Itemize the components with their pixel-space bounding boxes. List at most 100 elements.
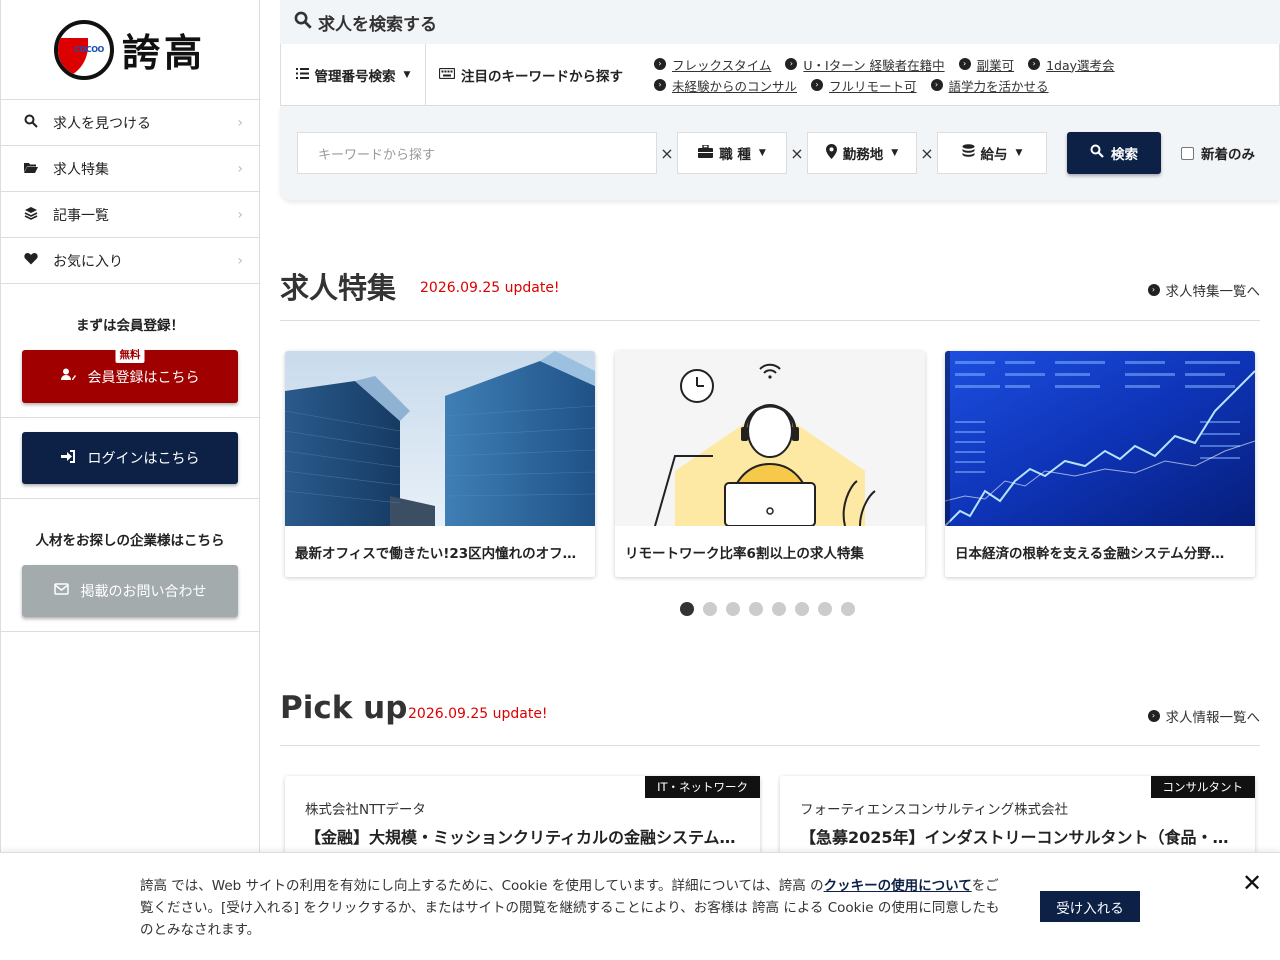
keyword-link-flextime[interactable]: › フレックスタイム (654, 55, 771, 74)
feature-card-image-buildings (285, 351, 595, 526)
chevron-circle-icon: › (1147, 284, 1160, 296)
feature-card-image-remote-worker (615, 351, 925, 526)
feature-section-header: 求人特集 2026.09.25 update! › 求人特集一覧へ (280, 265, 1260, 321)
keyword-link-1day[interactable]: › 1day選考会 (1028, 55, 1115, 74)
times-separator: × (660, 143, 674, 163)
pickup-list-link-label: 求人情報一覧へ (1165, 710, 1261, 726)
job-type-select[interactable]: 職 種 ▼ (677, 132, 787, 174)
feature-card-caption: 日本経済の根幹を支える金融システム分野… (955, 545, 1225, 562)
carousel-pagination (680, 602, 855, 616)
login-block: ログインはこちら (1, 418, 259, 499)
feature-card-caption: 最新オフィスで働きたい!23区内憧れのオフ… (295, 545, 577, 562)
job-company: 株式会社NTTデータ (305, 802, 426, 818)
login-button[interactable]: ログインはこちら (22, 432, 238, 484)
feature-card-image-stock-board (945, 351, 1255, 526)
carousel-dot-4[interactable] (749, 602, 763, 616)
register-button[interactable]: 無料 会員登録はこちら (22, 346, 238, 403)
focus-keywords-label: 注目のキーワードから探す (426, 44, 636, 105)
sidebar-item-label: 求人を見つける (53, 115, 151, 132)
sidebar: COCOO 誇高 求人を見つける › 求人特集 › 記事一覧 › お気に入り ›… (0, 0, 260, 960)
sidebar-item-articles[interactable]: 記事一覧 › (1, 192, 259, 238)
chevron-circle-icon: › (654, 79, 666, 91)
feature-card-caption: リモートワーク比率6割以上の求人特集 (625, 545, 864, 562)
location-label: 勤務地 (842, 147, 884, 163)
carousel-dot-3[interactable] (726, 602, 740, 616)
logo-mark: COCOO (53, 19, 114, 80)
chevron-circle-icon: › (811, 79, 824, 91)
keyword-search-input[interactable]: キーワードから探す (297, 132, 657, 174)
management-number-search[interactable]: 管理番号検索 ▼ (281, 44, 426, 105)
free-badge: 無料 (115, 346, 145, 363)
management-number-label: 管理番号検索 (314, 68, 396, 85)
new-only-checkbox[interactable]: 新着のみ (1181, 143, 1255, 163)
chevron-circle-icon: › (1147, 710, 1160, 722)
carousel-dot-7[interactable] (818, 602, 832, 616)
feature-section-title: 求人特集 (280, 271, 397, 305)
filter-panel: キーワードから探す × 職 種 ▼ × 勤務地 ▼ × 給与 ▼ 検索 新着のみ (280, 106, 1280, 200)
sidebar-item-label: 記事一覧 (53, 207, 109, 224)
user-edit-icon (60, 368, 76, 385)
keyword-link-side-job[interactable]: › 副業可 (958, 55, 1014, 74)
sidebar-item-features[interactable]: 求人特集 › (1, 146, 259, 192)
list-icon (295, 67, 309, 83)
carousel-dot-5[interactable] (772, 602, 786, 616)
carousel-dot-1[interactable] (680, 602, 694, 616)
keyword-link-language[interactable]: › 語学力を活かせる (930, 76, 1049, 95)
search-heading: 求人を検索する (280, 0, 1280, 44)
keyword-link-ui-turn[interactable]: › U・Iターン 経験者在籍中 (785, 55, 945, 74)
times-separator: × (920, 143, 934, 163)
pickup-section-title: Pick up (280, 690, 408, 726)
feature-card-office[interactable]: 最新オフィスで働きたい!23区内憧れのオフ… (285, 351, 595, 577)
site-logo[interactable]: COCOO 誇高 (1, 0, 259, 100)
chevron-right-icon: › (237, 114, 243, 131)
search-button-label: 検索 (1111, 147, 1138, 163)
search-heading-text: 求人を検索する (318, 14, 437, 35)
caret-down-icon: ▼ (891, 148, 899, 158)
contact-button-label: 掲載のお問い合わせ (80, 584, 207, 600)
chevron-circle-icon: › (1028, 58, 1041, 70)
contact-button[interactable]: 掲載のお問い合わせ (22, 565, 238, 617)
chevron-circle-icon: › (654, 58, 666, 70)
keyword-link-consul[interactable]: › 未経験からのコンサル (654, 76, 797, 95)
main-content: 求人を検索する 管理番号検索 ▼ 注目のキーワードから探す › フレックスタイム … (280, 0, 1280, 876)
chevron-circle-icon: › (958, 58, 971, 70)
sidebar-item-favorites[interactable]: お気に入り › (1, 238, 259, 284)
chevron-right-icon: › (237, 252, 243, 269)
keyword-links: › フレックスタイム › U・Iターン 経験者在籍中 › 副業可 › 1day選考会 ›… (636, 44, 1279, 105)
pickup-list-link[interactable]: › 求人情報一覧へ (1147, 706, 1261, 726)
feature-list-link[interactable]: › 求人特集一覧へ (1147, 280, 1261, 300)
job-title: 【急募2025年】インダストリーコンサルタント（食品・… (800, 828, 1229, 847)
sidebar-item-find-jobs[interactable]: 求人を見つける › (1, 100, 259, 146)
keyword-link-full-remote[interactable]: › フルリモート可 (811, 76, 917, 95)
location-select[interactable]: 勤務地 ▼ (807, 132, 917, 174)
register-block: まずは会員登録！ 無料 会員登録はこちら (1, 284, 259, 418)
cookie-policy-link[interactable]: クッキーの使用について (824, 878, 972, 894)
coins-icon (962, 144, 975, 162)
login-button-label: ログインはこちら (87, 451, 200, 467)
logo-text: 誇高 (121, 30, 206, 75)
checkbox-box[interactable] (1181, 146, 1194, 160)
salary-label: 給与 (980, 147, 1008, 163)
feature-update-date: 2026.09.25 update! (420, 280, 560, 296)
carousel-dot-2[interactable] (703, 602, 717, 616)
salary-select[interactable]: 給与 ▼ (937, 132, 1047, 174)
feature-card-finance[interactable]: 日本経済の根幹を支える金融システム分野… (945, 351, 1255, 577)
logo-mark-text: COCOO (74, 45, 104, 54)
chevron-right-icon: › (237, 160, 243, 177)
feature-card-remote[interactable]: リモートワーク比率6割以上の求人特集 (615, 351, 925, 577)
times-separator: × (790, 143, 804, 163)
carousel-dot-6[interactable] (795, 602, 809, 616)
sidebar-item-label: お気に入り (53, 253, 123, 270)
register-button-label: 会員登録はこちら (87, 369, 200, 386)
carousel-dot-8[interactable] (841, 602, 855, 616)
search-button[interactable]: 検索 (1067, 132, 1161, 174)
new-only-label: 新着のみ (1201, 147, 1255, 163)
layers-icon (23, 206, 39, 224)
feature-list-link-label: 求人特集一覧へ (1165, 284, 1261, 300)
search-icon (23, 114, 39, 132)
corporate-block: 人材をお探しの企業様はこちら 掲載のお問い合わせ (1, 499, 259, 632)
close-icon[interactable]: ✕ (1242, 869, 1262, 897)
briefcase-icon (698, 143, 714, 162)
caret-down-icon: ▼ (403, 69, 411, 80)
cookie-accept-button[interactable]: 受け入れる (1040, 891, 1140, 922)
